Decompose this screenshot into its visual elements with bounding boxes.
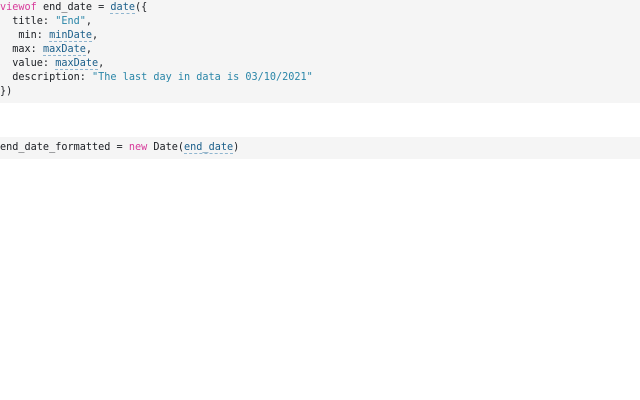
code-line[interactable]: }) [0, 85, 12, 99]
string-token: "End" [55, 16, 86, 27]
code-text: value: [0, 58, 56, 69]
reference-token[interactable]: maxDate [55, 58, 99, 70]
code-line[interactable]: min: minDate, [0, 29, 98, 43]
code-line[interactable]: viewof end_date = date({ [0, 1, 147, 15]
code-text: description: [0, 72, 93, 83]
keyword-token: viewof [0, 2, 37, 13]
code-text: , [98, 58, 105, 69]
code-cell-end-date[interactable]: viewof end_date = date({ title: "End", m… [0, 0, 640, 103]
code-text: end_date = [36, 2, 111, 13]
code-line[interactable]: value: maxDate, [0, 57, 104, 71]
code-text: , [85, 44, 93, 55]
code-line[interactable]: title: "End", [0, 15, 92, 29]
code-line[interactable]: description: "The last day in data is 03… [0, 71, 313, 85]
code-text: }) [0, 86, 13, 97]
reference-token[interactable]: end_date [184, 142, 234, 154]
code-text: title: [0, 16, 56, 27]
string-token: "The last day in data is 03/10/2021" [92, 72, 313, 83]
reference-token[interactable]: maxDate [42, 44, 86, 56]
code-text: min: [0, 30, 50, 41]
keyword-token: new [128, 142, 148, 153]
code-text: ) [233, 142, 240, 153]
code-line[interactable]: max: maxDate, [0, 43, 92, 57]
reference-token[interactable]: date [110, 2, 135, 14]
code-text: Date( [147, 142, 185, 153]
reference-token[interactable]: minDate [49, 30, 93, 42]
code-text: ({ [134, 2, 148, 13]
code-text: end_date_formatted = [0, 142, 129, 153]
code-line[interactable]: end_date_formatted = new Date(end_date) [0, 141, 239, 155]
code-text: max: [0, 44, 43, 55]
code-text: , [92, 30, 99, 41]
code-cell-end-date-formatted[interactable]: end_date_formatted = new Date(end_date) [0, 137, 640, 159]
code-text: , [85, 16, 93, 27]
